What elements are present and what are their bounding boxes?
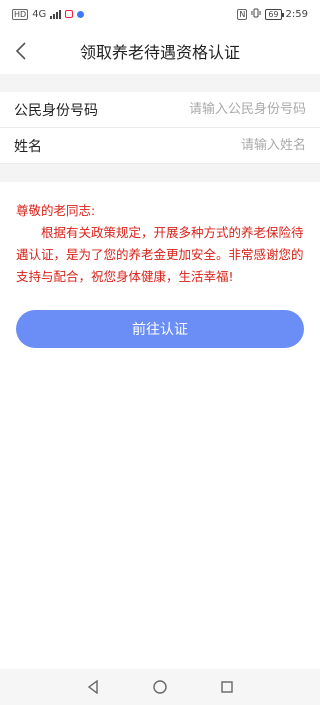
triangle-back-icon — [88, 680, 99, 694]
status-right: N 69 2:59 — [237, 8, 308, 21]
status-bar: HD 4G N 69 2:59 — [0, 0, 320, 28]
action-area: 前往认证 — [0, 288, 320, 348]
start-verification-button[interactable]: 前往认证 — [16, 310, 304, 348]
id-number-label: 公民身份号码 — [14, 102, 98, 119]
notice-text: 尊敬的老同志: 根据有关政策规定，开展多种方式的养老保险待遇认证，是为了您的养老… — [0, 182, 320, 288]
clock: 2:59 — [285, 8, 308, 20]
nfc-icon: N — [237, 8, 248, 20]
notice-greeting: 尊敬的老同志: — [16, 203, 96, 218]
nav-recent-button[interactable] — [217, 677, 237, 697]
section-divider — [0, 74, 320, 92]
square-recent-icon — [220, 681, 233, 693]
notification-icon — [65, 10, 74, 18]
name-label: 姓名 — [14, 138, 42, 155]
app-header: 领取养老待遇资格认证 — [0, 28, 320, 74]
system-nav-bar — [0, 669, 320, 705]
id-number-row: 公民身份号码 — [0, 92, 320, 128]
back-button[interactable] — [8, 38, 34, 64]
vibrate-icon — [251, 8, 261, 21]
nav-home-button[interactable] — [150, 677, 170, 697]
circle-home-icon — [153, 680, 167, 694]
id-number-input[interactable] — [136, 102, 306, 117]
signal-icon — [50, 9, 62, 19]
name-input[interactable] — [136, 138, 306, 153]
section-divider-2 — [0, 164, 320, 182]
name-row: 姓名 — [0, 128, 320, 164]
network-label: 4G — [32, 8, 47, 20]
page-title: 领取养老待遇资格认证 — [79, 43, 240, 62]
battery-icon: 69 — [265, 8, 284, 20]
app-notification-icon — [77, 10, 85, 18]
notice-body: 根据有关政策规定，开展多种方式的养老保险待遇认证，是为了您的养老金更加安全。非常… — [16, 225, 304, 284]
status-left: HD 4G — [12, 8, 85, 20]
nav-back-button[interactable] — [83, 677, 103, 697]
hd-badge: HD — [12, 8, 29, 20]
chevron-left-icon — [15, 42, 26, 60]
